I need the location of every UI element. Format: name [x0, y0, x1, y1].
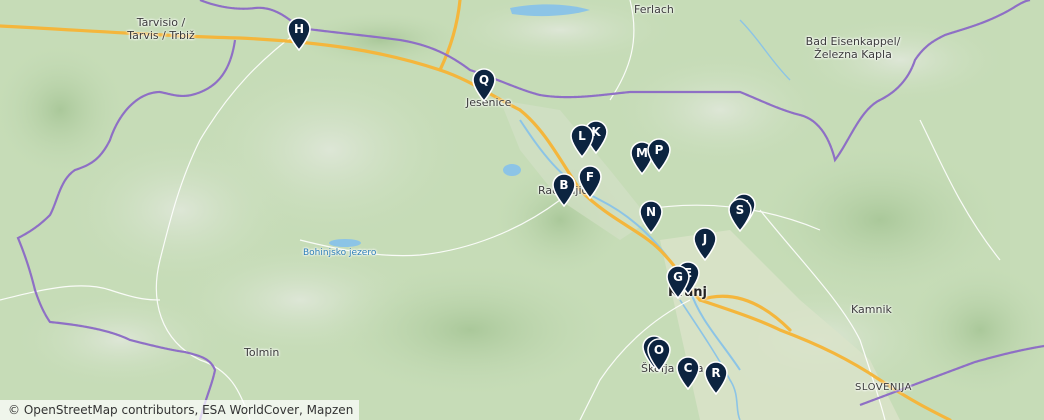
marker-label-j: J	[702, 232, 708, 246]
place-label-tarvisio-trbiz: Tarvis / Trbiž	[127, 29, 195, 42]
marker-label-f: F	[585, 170, 595, 184]
copyright-symbol: ©	[8, 403, 20, 417]
place-label-kamnik: Kamnik	[851, 303, 892, 316]
marker-label-s: S	[735, 203, 745, 217]
map-marker-r[interactable]: R	[703, 361, 729, 395]
map-marker-h[interactable]: H	[286, 17, 312, 51]
marker-label-b: B	[559, 178, 569, 192]
map-marker-j[interactable]: J	[692, 227, 718, 261]
marker-label-h: H	[293, 22, 305, 36]
map-attribution: © OpenStreetMap contributors, ESA WorldC…	[0, 400, 360, 420]
map-marker-l[interactable]: L	[569, 124, 595, 158]
map-terrain	[0, 0, 1044, 420]
marker-label-r: R	[711, 366, 721, 380]
marker-label-q: Q	[478, 73, 490, 87]
map-marker-n[interactable]: N	[638, 200, 664, 234]
place-label-slovenija: SLOVENIJA	[855, 382, 912, 393]
place-label-tarvisio: Tarvisio /	[136, 16, 186, 29]
marker-label-l: L	[578, 129, 586, 143]
marker-label-g: G	[673, 270, 683, 284]
map-marker-p[interactable]: P	[646, 138, 672, 172]
map-marker-g[interactable]: G	[665, 265, 691, 299]
place-label-bohinjsko-jezero: Bohinjsko jezero	[303, 248, 377, 258]
place-label-tolmin: Tolmin	[244, 346, 280, 359]
place-label-zelezna-kapla: Železna Kapla	[814, 48, 892, 61]
map-marker-q[interactable]: Q	[471, 68, 497, 102]
map-marker-b[interactable]: B	[551, 173, 577, 207]
map-marker-c[interactable]: C	[675, 356, 701, 390]
attribution-text[interactable]: OpenStreetMap contributors, ESA WorldCov…	[24, 403, 353, 417]
marker-label-c: C	[683, 361, 693, 375]
map-marker-f[interactable]: F	[577, 165, 603, 199]
place-label-ferlach: Ferlach	[634, 3, 674, 16]
place-label-bad-eisenkappel: Bad Eisenkappel/	[805, 35, 901, 48]
map[interactable]: Tarvisio / Tarvis / Trbiž Ferlach Bad Ei…	[0, 0, 1044, 420]
map-marker-o[interactable]: O	[646, 338, 672, 372]
marker-label-p: P	[654, 143, 664, 157]
marker-label-o: O	[653, 343, 665, 357]
map-marker-s[interactable]: S	[727, 198, 753, 232]
marker-label-n: N	[645, 205, 657, 219]
